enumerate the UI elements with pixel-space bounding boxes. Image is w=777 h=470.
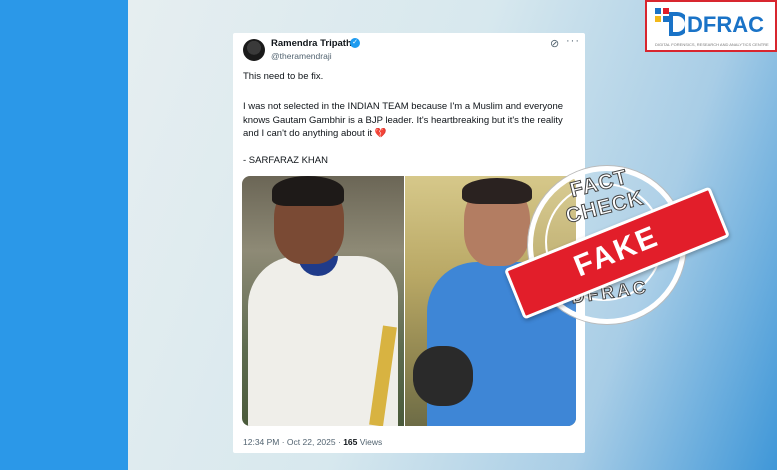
author-handle[interactable]: @theramendraji	[271, 51, 332, 61]
more-icon[interactable]: ···	[566, 35, 580, 47]
tweet-text-signature: - SARFARAZ KHAN	[243, 155, 328, 166]
tweet-text-body: I was not selected in the INDIAN TEAM be…	[243, 101, 564, 139]
player-photo-left	[242, 176, 404, 426]
dfrac-logo: DFRAC DIGITAL FORENSICS, RESEARCH AND AN…	[645, 0, 777, 52]
left-background	[0, 0, 128, 470]
tweet-timestamp[interactable]: 12:34 PM · Oct 22, 2025 ·	[243, 437, 341, 447]
author-name[interactable]: Ramendra Tripathi	[271, 38, 354, 49]
dfrac-mark-icon	[655, 8, 685, 36]
logo-subtitle: DIGITAL FORENSICS, RESEARCH AND ANALYTIC…	[655, 42, 769, 47]
views-count: 165	[343, 437, 358, 447]
verified-badge-icon: ✓	[350, 38, 360, 48]
tweet-meta: 12:34 PM · Oct 22, 2025 · 165 Views	[243, 437, 382, 447]
grok-icon[interactable]: ⊘	[550, 37, 559, 50]
avatar[interactable]	[243, 39, 265, 61]
views-label: Views	[357, 437, 383, 447]
tweet-text-line1: This need to be fix.	[243, 71, 324, 82]
logo-text: DFRAC	[687, 12, 764, 37]
